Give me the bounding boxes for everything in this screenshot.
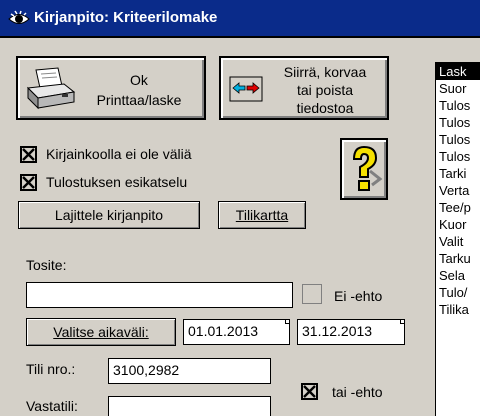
select-period-button[interactable]: Valitse aikaväli: xyxy=(26,318,176,346)
date-end-field[interactable]: 31.12.2013 xyxy=(297,319,405,345)
title-bar: Kirjanpito: Kriteerilomake xyxy=(0,0,480,38)
check-mark-icon xyxy=(22,176,35,189)
list-item[interactable]: Kuor xyxy=(436,216,480,233)
list-item[interactable]: Tulos xyxy=(436,148,480,165)
counter-account-input[interactable] xyxy=(108,396,271,416)
move-replace-delete-button[interactable]: Siirrä, korvaa tai poista tiedostoa xyxy=(219,56,389,120)
voucher-input[interactable] xyxy=(26,282,293,308)
account-number-label: Tili nro.: xyxy=(26,361,76,377)
list-item[interactable]: Tilika xyxy=(436,301,480,318)
list-item[interactable]: Sela xyxy=(436,267,480,284)
sort-accounting-button[interactable]: Lajittele kirjanpito xyxy=(18,201,200,229)
check-mark-icon xyxy=(303,385,316,398)
printer-icon xyxy=(26,67,76,110)
account-number-input[interactable]: 3100,2982 xyxy=(108,358,271,384)
voucher-label: Tosite: xyxy=(26,257,67,273)
list-item[interactable]: Suor xyxy=(436,80,480,97)
case-insensitive-label: Kirjainkoolla ei ole väliä xyxy=(46,146,192,162)
move-line-2: tai poista xyxy=(296,82,354,98)
action-list[interactable]: Lask Suor Tulos Tulos Tulos Tulos Tarki Verta Te… xyxy=(435,62,480,416)
list-item[interactable]: Lask xyxy=(436,63,480,80)
ok-print-button[interactable]: Ok Printtaa/laske xyxy=(16,56,206,120)
help-button[interactable] xyxy=(340,138,388,200)
sort-label: Lajittele kirjanpito xyxy=(54,207,164,223)
list-item[interactable]: Tarku xyxy=(436,250,480,267)
list-item[interactable]: Valit xyxy=(436,233,480,250)
print-preview-checkbox[interactable] xyxy=(20,174,37,191)
check-mark-icon xyxy=(22,148,35,161)
counter-account-label: Vastatili: xyxy=(26,398,78,414)
date-end-value: 31.12.2013 xyxy=(302,323,373,339)
list-item[interactable]: Verta xyxy=(436,182,480,199)
eye-icon xyxy=(8,10,30,24)
not-condition-label: Ei -ehto xyxy=(334,288,383,304)
date-start-value: 01.01.2013 xyxy=(188,323,259,339)
list-item[interactable]: Tulo/ xyxy=(436,284,480,301)
move-line-1: Siirrä, korvaa xyxy=(283,64,367,80)
list-item[interactable]: Tee/p xyxy=(436,199,480,216)
move-line-3: tiedostoa xyxy=(296,100,354,116)
date-start-field[interactable]: 01.01.2013 xyxy=(183,319,290,345)
ok-label: Ok xyxy=(130,72,148,88)
select-period-label: Valitse aikaväli: xyxy=(53,324,149,340)
list-item[interactable]: Tulos xyxy=(436,114,480,131)
list-item[interactable]: Tulos xyxy=(436,97,480,114)
or-condition-label: tai -ehto xyxy=(332,384,383,400)
window-title: Kirjanpito: Kriteerilomake xyxy=(34,9,218,26)
case-insensitive-checkbox[interactable] xyxy=(20,146,37,163)
date-picker-corner-icon xyxy=(400,320,404,324)
list-item[interactable]: Tarki xyxy=(436,165,480,182)
list-item[interactable]: Tulos xyxy=(436,131,480,148)
chart-of-accounts-button[interactable]: Tilikartta xyxy=(218,201,306,229)
print-preview-label: Tulostuksen esikatselu xyxy=(46,174,188,190)
transfer-arrows-icon xyxy=(229,76,263,102)
not-condition-checkbox[interactable] xyxy=(302,284,322,304)
print-label: Printtaa/laske xyxy=(96,92,182,108)
or-condition-checkbox[interactable] xyxy=(301,383,318,400)
chart-of-accounts-label: Tilikartta xyxy=(235,207,289,223)
date-picker-corner-icon xyxy=(285,320,289,324)
help-icon xyxy=(352,145,383,191)
